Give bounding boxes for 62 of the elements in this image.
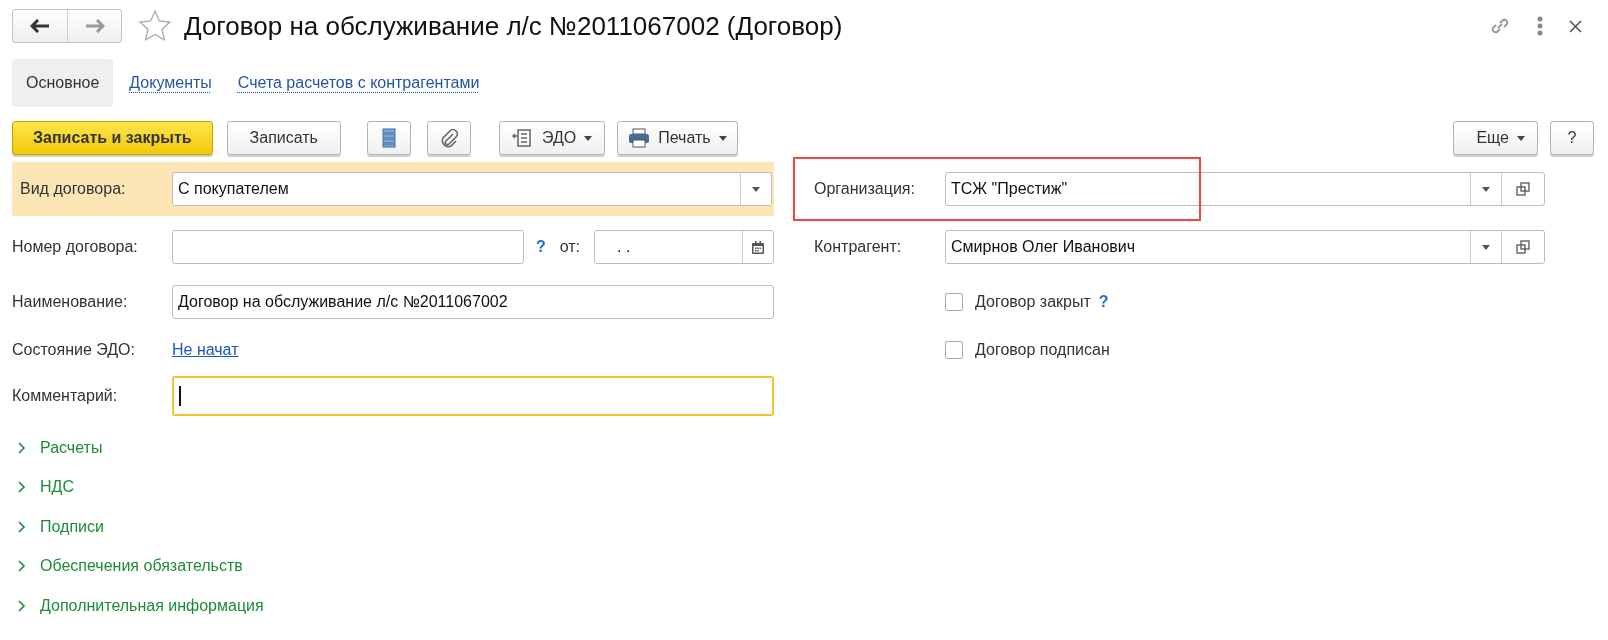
date-field[interactable]: . . — [594, 230, 774, 264]
windows-icon — [1516, 182, 1530, 196]
field-label: Номер договора: — [12, 238, 139, 256]
chevron-right-icon[interactable] — [18, 560, 26, 573]
arrow-left-icon — [30, 19, 50, 33]
help-button[interactable]: ? — [1550, 121, 1594, 155]
field-label: Вид договора: — [20, 180, 127, 198]
attach-button[interactable] — [426, 121, 471, 155]
group-header[interactable]: НДС — [40, 478, 74, 497]
stack-icon — [381, 128, 396, 148]
field-label: Наименование: — [12, 293, 129, 311]
edo-button[interactable]: ЭДО — [498, 121, 606, 155]
group-header[interactable]: Обеспечения обязательств — [40, 557, 243, 576]
caret-icon — [1482, 244, 1490, 250]
window-title: Договор на обслуживание л/с №2011067002 (Договор) — [184, 10, 843, 42]
comment-field[interactable] — [172, 376, 774, 416]
dropdown-field[interactable]: ТСЖ "Престиж" — [945, 172, 1545, 206]
caret-icon — [1482, 186, 1490, 192]
chevron-right-icon[interactable] — [18, 441, 26, 454]
group-header[interactable]: Расчеты — [40, 438, 103, 457]
tab[interactable]: Счета расчетов с контрагентами — [227, 59, 490, 107]
group-header[interactable]: Дополнительная информация — [40, 596, 264, 615]
chevron-right-icon[interactable] — [18, 599, 26, 612]
print-button[interactable]: Печать — [617, 121, 738, 155]
help-link[interactable]: ? — [535, 238, 546, 256]
edo-status-link[interactable]: Не начат — [172, 341, 239, 359]
field-label: Организация: — [813, 180, 916, 198]
checkbox-label: Договор подписан — [975, 341, 1110, 359]
arrow-right-icon — [84, 19, 105, 33]
field-label: от: — [559, 238, 581, 256]
more-icon[interactable] — [1537, 16, 1543, 36]
list-button[interactable] — [366, 121, 411, 155]
calendar-icon — [752, 240, 764, 254]
help-link[interactable]: ? — [1098, 293, 1109, 311]
chevron-right-icon[interactable] — [18, 481, 26, 494]
paperclip-icon — [439, 128, 458, 148]
checkbox[interactable] — [945, 341, 963, 359]
dropdown-field[interactable]: С покупателем — [172, 172, 772, 206]
input-field[interactable]: Договор на обслуживание л/с №2011067002 — [172, 285, 774, 319]
close-icon[interactable] — [1569, 19, 1582, 33]
save-and-close-button[interactable]: Записать и закрыть — [12, 121, 213, 155]
windows-icon — [1516, 240, 1530, 254]
printer-icon — [628, 128, 651, 148]
tab[interactable]: Документы — [119, 59, 222, 107]
field-label: Комментарий: — [12, 387, 119, 405]
star-icon[interactable] — [138, 9, 172, 43]
tab[interactable]: Основное — [12, 59, 114, 107]
input-field[interactable] — [172, 230, 524, 264]
checkbox[interactable] — [945, 293, 963, 311]
field-label: Состояние ЭДО: — [12, 341, 136, 359]
more-button[interactable]: Еще — [1453, 121, 1538, 155]
caret-icon — [584, 135, 593, 141]
dropdown-field[interactable]: Смирнов Олег Иванович — [945, 230, 1545, 264]
checkbox-label: Договор закрыт — [975, 293, 1091, 311]
caret-icon — [752, 186, 760, 192]
field-label: Контрагент: — [813, 238, 903, 256]
save-button[interactable]: Записать — [226, 121, 341, 155]
chevron-right-icon[interactable] — [18, 520, 26, 533]
caret-icon — [1517, 135, 1525, 141]
caret-icon — [718, 135, 727, 141]
group-header[interactable]: Подписи — [40, 517, 104, 536]
document-exchange-icon — [511, 128, 534, 148]
